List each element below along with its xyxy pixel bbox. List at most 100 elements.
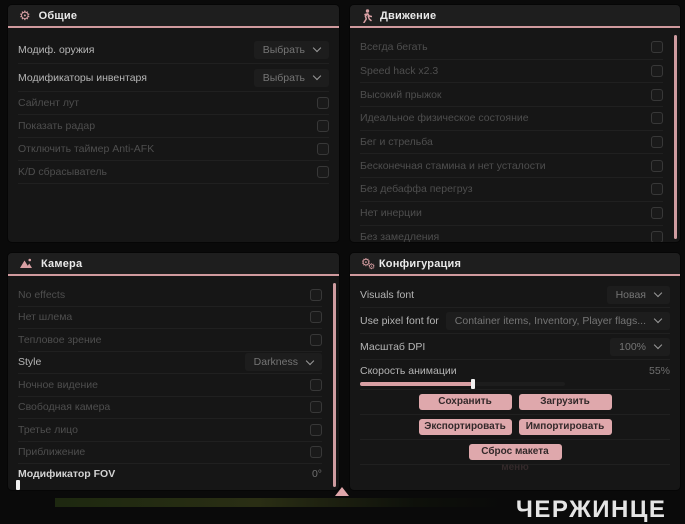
dropdown[interactable]: 100% [610,337,670,356]
checkbox-label: No effects [18,288,66,301]
export-button[interactable]: Экспортировать [418,418,512,436]
scrollbar[interactable] [333,283,336,487]
checkbox[interactable] [310,311,322,324]
slider-handle[interactable] [470,378,475,389]
checkbox-row: Нет шлема [18,307,322,329]
checkbox[interactable] [310,288,322,301]
slider-track[interactable] [16,480,223,490]
dropdown-value: Выбрать [262,43,305,56]
buttons-row: Сохранить Загрузить [360,390,670,415]
checkbox-label: K/D сбрасыватель [18,166,108,178]
dropdown[interactable]: Darkness [244,353,322,372]
checkbox-row: Сайлент лут [18,92,329,115]
panel-movement-body: Всегда бегать Speed hack x2.3 Высокий прыж… [350,28,680,242]
slider-value: 0° [311,468,322,480]
checkbox[interactable] [651,112,663,125]
checkbox[interactable] [310,446,322,459]
checkbox[interactable] [651,207,663,220]
dropdown-value: Новая [615,288,646,301]
dropdown-label: Style [18,356,42,369]
checkbox-label: Свободная камера [18,401,111,414]
chevron-down-icon [312,71,322,81]
dropdown-value: 100% [619,340,646,353]
panel-general-title: Общие [38,9,78,22]
dropdown[interactable]: Выбрать [253,40,329,59]
panel-general-header: ⚙ Общие [8,5,339,28]
slider-label: Модификатор FOV [18,468,116,480]
checkbox[interactable] [651,230,663,242]
gear-icon: ⚙ [19,8,31,23]
chevron-down-icon [653,340,663,350]
slider-fill [360,381,473,386]
checkbox[interactable] [317,143,329,155]
panel-camera-body: No effects Нет шлема Тепловое зрение Style D… [8,276,339,490]
dropdown[interactable]: Container items, Inventory, Player flags… [445,311,670,330]
checkbox-label: Всегда бегать [360,41,428,54]
checkbox[interactable] [651,136,663,149]
button-row: Сброс макета меню [360,443,670,473]
chevron-down-icon [312,43,322,53]
buttons-row: Экспортировать Импортировать [360,415,670,440]
panel-movement-title: Движение [380,9,437,22]
checkbox-label: Без дебаффа перегруз [360,183,473,196]
checkbox-label: Приближение [18,446,86,459]
dropdown[interactable]: Новая [606,285,670,304]
checkbox-label: Бесконечная стамина и нет усталости [360,159,546,172]
checkbox-label: Показать радар [18,120,96,132]
panel-config-title: Конфигурация [378,257,462,270]
dropdown[interactable]: Выбрать [253,68,329,87]
slider-row-top: Скорость анимации 55% [360,364,670,378]
checkbox[interactable] [651,65,663,78]
dropdown-value: Выбрать [262,71,305,84]
running-icon [361,8,372,23]
panel-config: ⚙ ⚙ Конфигурация Visuals font Новая Use pix… [350,253,680,490]
checkbox[interactable] [310,423,322,436]
panel-config-body: Visuals font Новая Use pixel font for Conta… [350,276,680,488]
scrollbar[interactable] [674,35,677,239]
checkbox-label: Идеальное физическое состояние [360,112,529,125]
slider-track[interactable] [360,378,565,389]
checkbox[interactable] [317,166,329,178]
background-glow [55,498,505,507]
dropdown-label: Visuals font [360,288,415,301]
checkbox[interactable] [317,120,329,132]
checkbox[interactable] [310,401,322,414]
fov-row: Модификатор FOV 0° [16,464,322,490]
checkbox-row: Идеальное физическое состояние [360,107,663,131]
reset-menu-layout-button[interactable]: Сброс макета меню [468,443,562,473]
dropdown-row: Модиф. оружия Выбрать [18,36,329,64]
dropdown-label: Масштаб DPI [360,340,426,353]
checkbox-label: Ночное видение [18,378,98,391]
checkbox-label: Нет инерции [360,207,422,220]
checkbox[interactable] [651,88,663,101]
checkbox-row: Speed hack x2.3 [360,60,663,84]
panel-general: ⚙ Общие Модиф. оружия Выбрать Модификаторы… [8,5,339,242]
dropdown-value: Container items, Inventory, Player flags… [454,314,646,327]
checkbox-label: Тепловое зрение [18,333,102,346]
checkbox-row: Отключить таймер Anti-AFK [18,138,329,161]
checkbox[interactable] [651,159,663,172]
checkbox[interactable] [651,41,663,54]
load-button[interactable]: Загрузить [518,393,612,411]
checkbox[interactable] [310,333,322,346]
slider-label: Скорость анимации [360,364,457,377]
checkbox-label: Speed hack x2.3 [360,65,439,78]
checkbox-row: Третье лицо [18,419,322,442]
dropdown-label: Use pixel font for [360,314,439,327]
dropdown-value: Darkness [253,356,298,369]
checkbox[interactable] [317,97,329,109]
slider-handle[interactable] [16,480,20,490]
image-icon [19,258,33,269]
checkbox[interactable] [310,378,322,391]
checkbox-label: Высокий прыжок [360,88,442,101]
checkbox-row: Приближение [18,442,322,464]
panel-movement-header: Движение [350,5,680,28]
panel-camera: Камера No effects Нет шлема Тепловое зрени… [8,253,339,490]
checkbox-row: Нет инерции [360,202,663,226]
import-button[interactable]: Импортировать [518,418,612,436]
save-button[interactable]: Сохранить [418,393,512,411]
checkbox-row: Свободная камера [18,397,322,419]
panel-camera-header: Камера [8,253,339,276]
checkbox[interactable] [651,183,663,196]
chevron-down-icon [305,356,315,365]
